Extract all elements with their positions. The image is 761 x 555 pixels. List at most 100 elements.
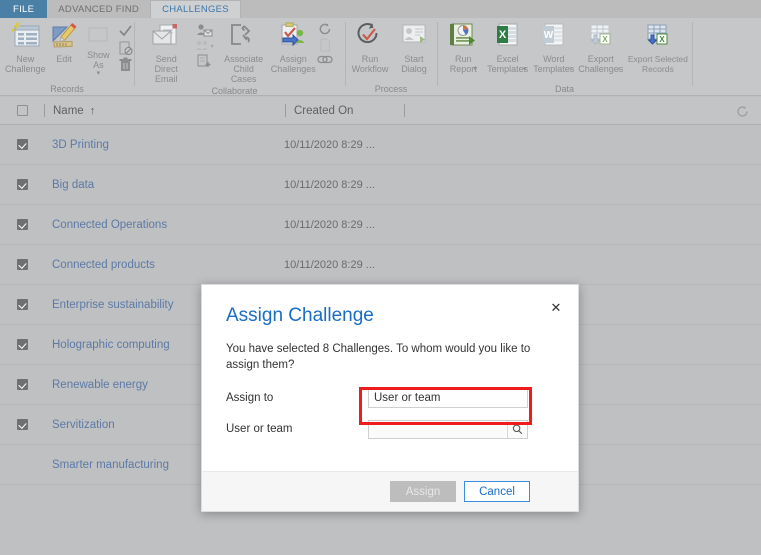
row-checkbox[interactable] [0,219,44,230]
table-row[interactable]: Big data 10/11/2020 8:29 ... [0,165,761,205]
check-icon[interactable] [117,23,134,39]
field-user-or-team-control [368,419,528,439]
lookup-search-button[interactable] [507,420,527,438]
row-checkbox[interactable] [0,259,44,270]
delete-trash-icon[interactable] [117,57,134,73]
sync-icon[interactable] [317,23,333,37]
export-challenges-icon: X [590,24,611,45]
checkbox-checked-icon [16,179,28,190]
edit-pencil-ruler-icon [52,23,77,48]
row-name-link[interactable]: Connected Operations [44,219,284,231]
ribbon-button-export-selected-records-label: Export Selected Records [627,54,688,74]
chevron-down-icon: ▾ [210,43,214,50]
row-created-on: 10/11/2020 8:29 ... [284,138,375,151]
word-templates-icon: W [542,23,564,46]
ribbon-button-start-dialog-label: Start Dialog [401,54,427,74]
ribbon-button-associate-child-cases[interactable]: Associate Child Cases [216,22,272,84]
field-user-or-team: User or team [226,418,554,440]
send-direct-email-icon [152,24,178,45]
ribbon-button-start-dialog[interactable]: Start Dialog [393,22,435,74]
checkbox-checked-icon [16,379,28,390]
chevron-down-icon: ▾ [522,66,527,73]
row-checkbox[interactable] [0,139,44,150]
ribbon-button-run-workflow[interactable]: Run Workflow [347,22,393,74]
checkbox-checked-icon [16,339,28,350]
ribbon-tab-strip: FILE ADVANCED FIND CHALLENGES [0,0,761,18]
tab-challenges[interactable]: CHALLENGES [150,0,241,18]
row-name-link[interactable]: 3D Printing [44,139,284,151]
field-assign-to-label: Assign to [226,392,274,404]
export-selected-records-icon: X [647,24,668,45]
run-workflow-icon [357,23,378,44]
application-window: FILE ADVANCED FIND CHALLENGES New Challe… [0,0,761,555]
row-name-link[interactable]: Connected products [44,259,284,271]
column-header-created-on[interactable]: Created On [294,105,404,117]
chevron-down-icon: ▾ [473,66,477,73]
merge-contacts-icon[interactable] [194,39,210,53]
ribbon-button-new-challenge[interactable]: New Challenge [4,22,46,74]
user-or-team-input[interactable] [369,420,507,438]
dialog-description: You have selected 8 Challenges. To whom … [226,343,531,371]
ribbon-button-show-as[interactable]: Show As ▾ [82,22,115,77]
table-row[interactable]: Connected products 10/11/2020 8:29 ... [0,245,761,285]
ribbon-group-collaborate-label: Collaborate [211,86,258,96]
row-checkbox[interactable] [0,299,44,310]
tab-advanced-find[interactable]: ADVANCED FIND [47,0,151,18]
row-checkbox[interactable] [0,179,44,190]
row-created-on: 10/11/2020 8:29 ... [284,218,375,231]
field-assign-to-control [368,388,528,408]
ribbon-button-run-workflow-label: Run Workflow [351,54,389,74]
ribbon-button-export-selected-records[interactable]: X Export Selected Records [625,22,691,74]
ribbon-button-send-direct-email[interactable]: Send Direct Email [141,22,192,84]
link-icon[interactable] [316,53,334,66]
ribbon-button-export-challenges[interactable]: X Export Challenges ▾ [577,22,625,74]
assign-button[interactable]: Assign [390,481,456,502]
assign-challenge-dialog: ✕ Assign Challenge You have selected 8 C… [201,284,579,512]
svg-text:W: W [544,30,554,41]
checkbox-checked-icon [16,259,28,270]
refresh-button[interactable] [733,102,751,120]
ribbon-group-data: Run Report ▾ X Excel Templates ▾ W Word … [438,18,691,96]
ribbon-button-edit[interactable]: Edit [46,22,81,64]
cancel-button[interactable]: Cancel [464,481,530,502]
dialog-footer: Assign Cancel [202,471,578,511]
dialog-title: Assign Challenge [226,305,374,326]
close-icon[interactable]: ✕ [548,299,564,315]
row-name-link[interactable]: Big data [44,179,284,191]
select-all-checkbox[interactable] [0,105,44,116]
ribbon-button-run-report[interactable]: Run Report ▾ [442,22,485,74]
ribbon-group-collaborate: Send Direct Email ▾ Associate Child Case… [135,18,334,96]
grid-header-row: Name ↑ Created On [0,97,761,125]
table-row[interactable]: Connected Operations 10/11/2020 8:29 ... [0,205,761,245]
assign-to-input[interactable] [368,388,528,408]
show-as-icon [88,27,108,42]
table-row[interactable]: 3D Printing 10/11/2020 8:29 ... [0,125,761,165]
ribbon-group-process: Run Workflow Start Dialog Process [346,18,436,96]
row-created-on: 10/11/2020 8:29 ... [284,258,375,271]
row-checkbox[interactable] [0,379,44,390]
ribbon-button-edit-label: Edit [56,54,72,64]
add-connection-icon[interactable] [195,23,213,38]
row-checkbox[interactable] [0,339,44,350]
ribbon: New Challenge Edit Show As ▾ Records Sen… [0,18,761,96]
ribbon-button-assign-challenges[interactable]: Assign Challenges [271,22,316,74]
document-icon[interactable] [317,38,333,52]
ribbon-button-associate-child-cases-label: Associate Child Cases [224,54,264,84]
deactivate-document-icon[interactable] [117,40,134,56]
run-report-icon [450,23,476,46]
collaborate-small-commands-2 [316,22,334,66]
column-header-name-label: Name [53,104,84,117]
add-to-queue-icon[interactable] [195,54,213,69]
column-divider [285,104,286,117]
row-checkbox[interactable] [0,419,44,430]
svg-text:X: X [659,35,665,44]
collaborate-small-commands-1: ▾ [194,22,214,69]
column-header-name[interactable]: Name ↑ [53,105,285,117]
ribbon-button-word-templates[interactable]: W Word Templates ▾ [531,22,577,74]
ribbon-button-excel-templates[interactable]: X Excel Templates ▾ [485,22,531,74]
assign-challenges-icon [281,22,305,47]
dialog-body: ✕ Assign Challenge You have selected 8 C… [202,285,578,440]
user-or-team-lookup[interactable] [368,419,528,439]
checkbox-unchecked-icon [16,105,28,116]
tab-file[interactable]: FILE [0,0,48,18]
